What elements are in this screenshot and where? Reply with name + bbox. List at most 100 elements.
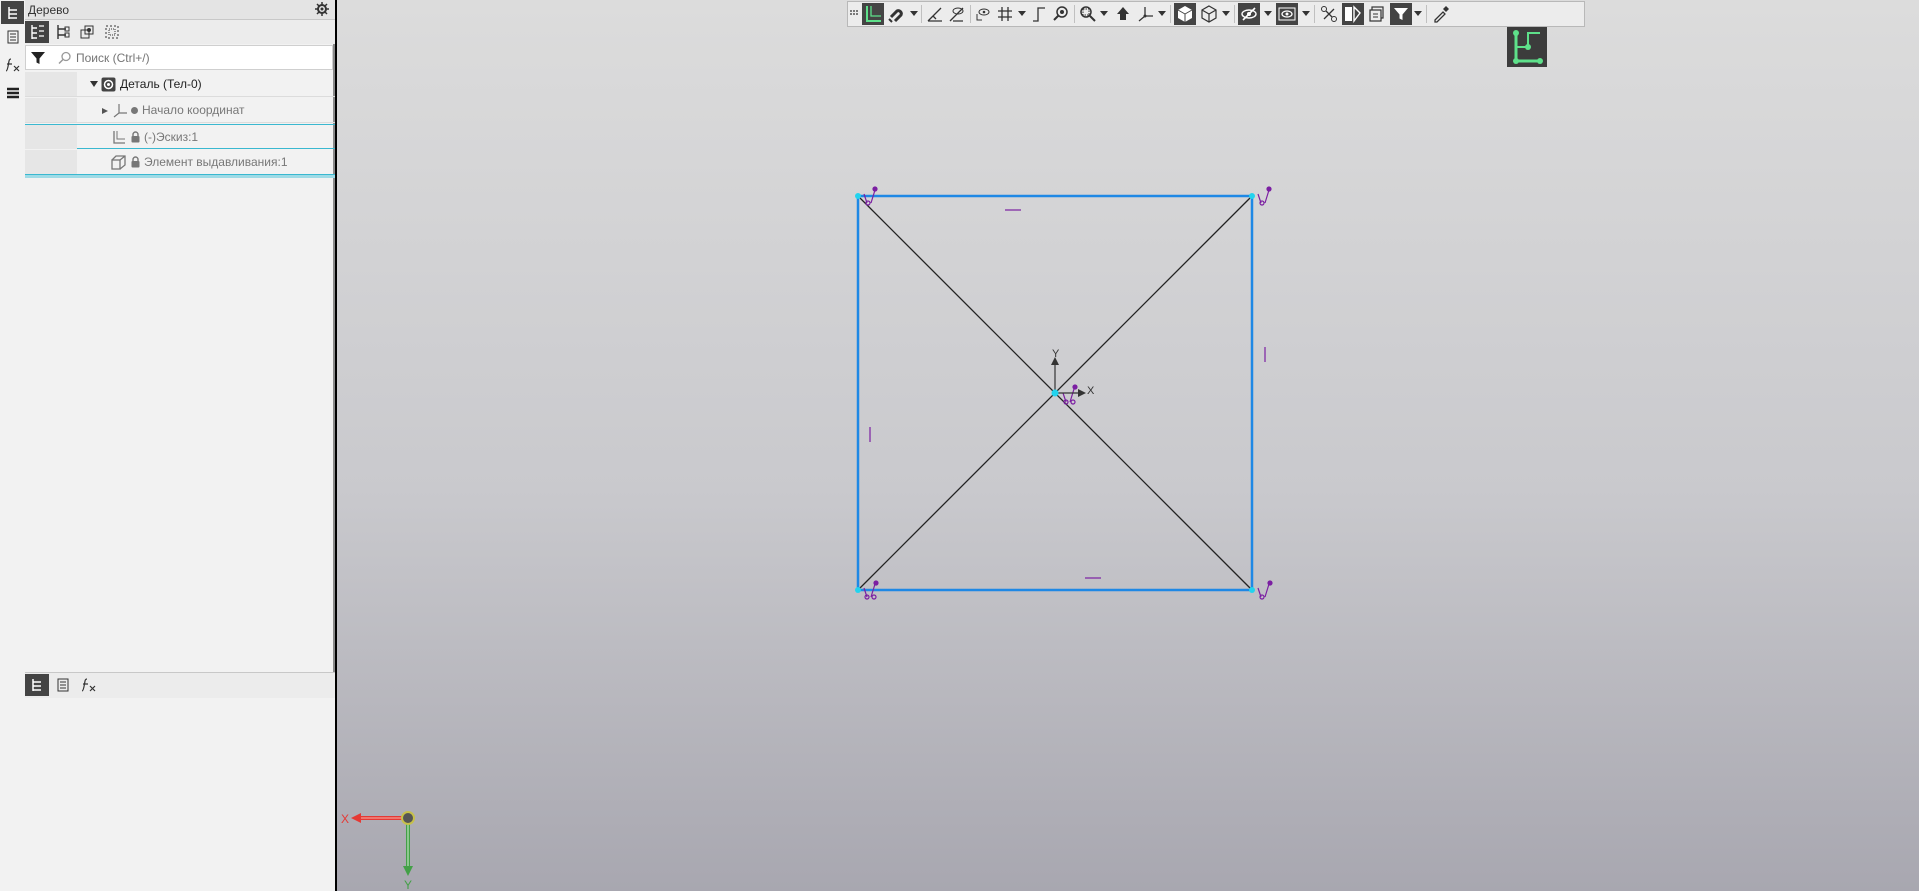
coincidence-constraint-icon[interactable] <box>1257 186 1272 206</box>
components-icon <box>80 25 94 39</box>
zoom-button[interactable] <box>1050 3 1072 25</box>
zoom-window-button[interactable] <box>1076 3 1098 25</box>
tree-item-part[interactable]: Деталь (Тел-0) <box>25 72 335 97</box>
chevron-down-icon[interactable] <box>1414 11 1422 16</box>
chevron-down-icon[interactable] <box>1100 11 1108 16</box>
ortho-icon <box>1033 7 1045 22</box>
visibility-box-icon <box>1278 7 1296 21</box>
sketch-axis-x-label: X <box>1087 385 1095 397</box>
chevron-down-icon[interactable] <box>1018 11 1026 16</box>
visibility-filter-button[interactable] <box>1276 3 1298 25</box>
variables-panel-toggle-button[interactable] <box>1 53 24 76</box>
toolbar-separator <box>1170 5 1171 23</box>
display-parts-button[interactable] <box>1342 3 1364 25</box>
3d-viewport[interactable]: Y X X Y <box>337 0 1919 891</box>
chevron-down-icon[interactable] <box>910 11 918 16</box>
selection-filter-button[interactable] <box>1390 3 1412 25</box>
display-sketches-button[interactable] <box>1366 3 1388 25</box>
grid-button[interactable] <box>994 3 1016 25</box>
tree-icon <box>7 6 17 19</box>
triad-y-label: Y <box>404 878 412 891</box>
wireframe-display-button[interactable] <box>1198 3 1220 25</box>
structure-tree-icon <box>31 25 44 39</box>
sketch-mode-toolbar-button[interactable] <box>862 3 884 25</box>
expand-triangle-down-icon[interactable] <box>90 80 98 88</box>
toolbar-separator <box>970 5 971 23</box>
expand-triangle-right-icon[interactable] <box>102 108 108 114</box>
tab-variables[interactable] <box>77 674 101 696</box>
tree-search-input[interactable] <box>76 49 326 67</box>
tree-panel: Дерево Деталь (Тел-0) Начало координат <box>25 0 335 891</box>
exit-sketch-button[interactable] <box>1507 27 1547 67</box>
tab-properties[interactable] <box>51 674 75 696</box>
orientation-axes-icon <box>1138 7 1153 22</box>
lower-panel-content <box>25 698 335 891</box>
constraint-eye-icon <box>949 7 964 22</box>
parametric-constraints-button[interactable] <box>924 3 946 25</box>
view-toolbar <box>847 1 1585 27</box>
grid-icon <box>998 7 1012 21</box>
filter-icon[interactable] <box>30 50 46 66</box>
snap-button[interactable] <box>886 3 908 25</box>
orientation-triad: X Y <box>341 811 415 891</box>
triad-x-label: X <box>341 812 349 826</box>
sketch-vertex-point[interactable] <box>855 587 861 593</box>
properties-icon <box>7 30 18 43</box>
shaded-cube-icon <box>1177 6 1193 22</box>
coordinate-origin-icon <box>113 104 127 118</box>
rotate-view-button[interactable] <box>972 3 994 25</box>
chevron-down-icon[interactable] <box>1158 11 1166 16</box>
chevron-down-icon[interactable] <box>1222 11 1230 16</box>
search-icon <box>58 51 71 65</box>
tab-tree[interactable] <box>25 674 49 696</box>
eye-hidden-icon <box>1241 7 1257 21</box>
chevron-down-icon[interactable] <box>1264 11 1272 16</box>
cut-plane-button[interactable] <box>1318 3 1340 25</box>
visibility-dot-icon <box>131 107 138 114</box>
eyedropper-icon <box>1434 6 1449 23</box>
toolbar-grip[interactable] <box>848 3 860 25</box>
shaded-display-button[interactable] <box>1174 3 1196 25</box>
sketch-canvas: Y X X Y <box>341 186 1273 891</box>
tree-rollback-bar[interactable] <box>25 175 335 178</box>
coincidence-constraint-icon[interactable] <box>1257 580 1273 600</box>
pan-button[interactable] <box>1112 3 1134 25</box>
tree-view-selection-button[interactable] <box>100 21 124 43</box>
selection-frame-icon <box>105 25 119 39</box>
tree-item-label: Деталь (Тел-0) <box>120 77 202 91</box>
section-cut-icon <box>1321 6 1337 22</box>
hide-objects-button[interactable] <box>1238 3 1260 25</box>
toolbar-separator <box>921 5 922 23</box>
constraint-display-button[interactable] <box>946 3 968 25</box>
sketch-vertex-point[interactable] <box>855 193 861 199</box>
panel-title-bar: Дерево <box>25 0 335 20</box>
sketch-icon <box>866 6 881 22</box>
tree-item-sketch[interactable]: (-)Эскиз:1 <box>25 124 335 149</box>
layered-sheets-icon <box>1369 6 1384 22</box>
tree-item-label: Начало координат <box>142 103 245 117</box>
gear-icon[interactable] <box>315 2 329 16</box>
extrusion-icon <box>111 155 126 170</box>
tree-view-structure-button[interactable] <box>25 21 49 43</box>
sketch-vertex-point[interactable] <box>1249 193 1255 199</box>
properties-panel-toggle-button[interactable] <box>1 25 24 48</box>
sketch-origin-point[interactable] <box>1051 389 1059 397</box>
chevron-down-icon[interactable] <box>1302 11 1310 16</box>
tree-view-hierarchy-button[interactable] <box>50 21 74 43</box>
filter-icon <box>1394 8 1408 20</box>
layers-panel-toggle-button[interactable] <box>1 81 24 104</box>
orthogonal-mode-button[interactable] <box>1028 3 1050 25</box>
eyedropper-button[interactable] <box>1430 3 1452 25</box>
layers-icon <box>6 87 19 98</box>
tree-item-origin[interactable]: Начало координат <box>25 98 335 123</box>
sketch-icon <box>113 131 125 144</box>
tree-panel-toolbar <box>25 20 335 44</box>
tree-item-extrusion[interactable]: Элемент выдавливания:1 <box>25 150 335 175</box>
pan-arrow-icon <box>1117 7 1129 20</box>
tree-panel-toggle-button[interactable] <box>1 1 24 24</box>
coincidence-constraint-icon[interactable] <box>1062 384 1078 405</box>
tree-view-components-button[interactable] <box>75 21 99 43</box>
sketch-vertex-point[interactable] <box>1249 587 1255 593</box>
orient-view-button[interactable] <box>1134 3 1156 25</box>
fx-icon <box>81 678 96 692</box>
